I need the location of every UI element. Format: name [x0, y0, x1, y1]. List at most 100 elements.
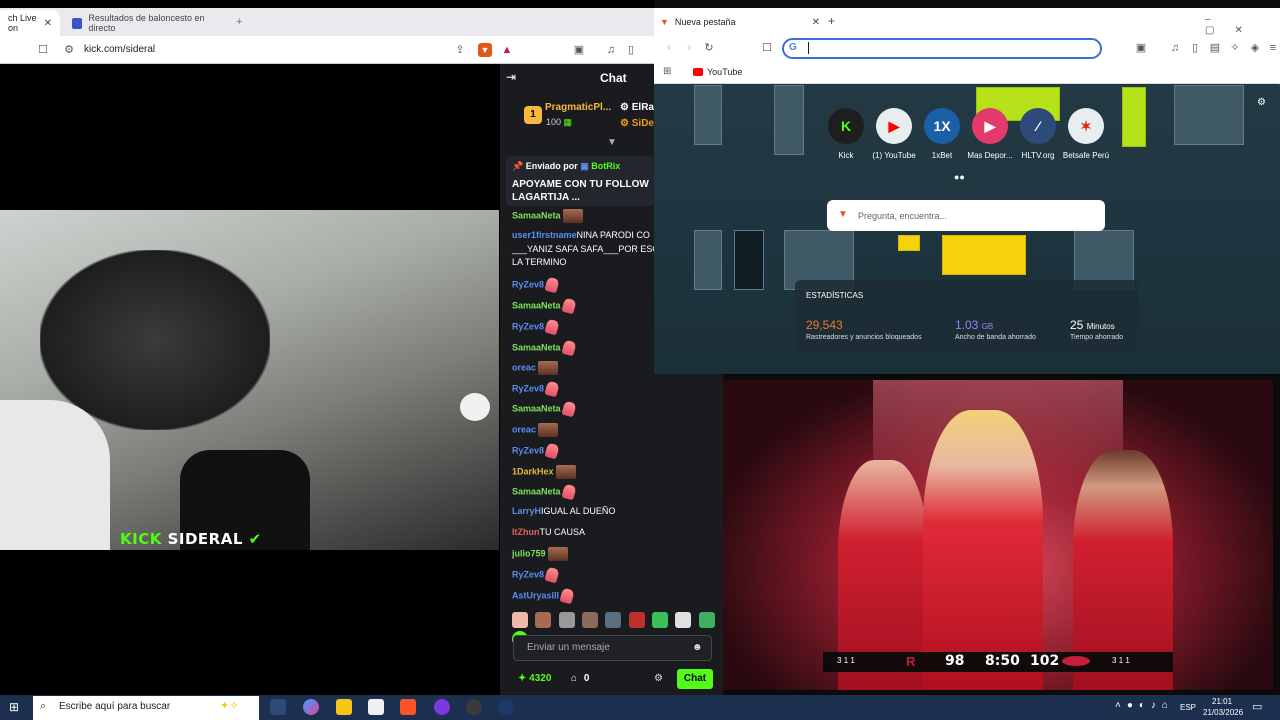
chat-username[interactable]: RyZev8	[512, 383, 544, 393]
close-icon[interactable]: ✕	[812, 17, 820, 28]
discord-icon[interactable]	[434, 699, 450, 715]
clock-time[interactable]: 21:01	[1212, 697, 1232, 706]
top-site-tile[interactable]: ▶	[972, 108, 1008, 144]
notifications-icon[interactable]: ▭	[1252, 700, 1262, 713]
sidebar-icon[interactable]: ▯	[624, 43, 638, 57]
home-score: 98	[945, 653, 965, 669]
window-controls[interactable]: –▢✕	[1205, 14, 1280, 36]
chat-username[interactable]: LarryH	[512, 506, 541, 516]
chat-username[interactable]: oreac	[512, 362, 536, 372]
extensions-icon[interactable]: ▣	[1134, 41, 1148, 55]
menu-icon[interactable]: ≡	[1266, 41, 1280, 55]
emoji-icon[interactable]: ☻	[692, 642, 703, 653]
apps-icon[interactable]: ⊞	[663, 66, 671, 77]
bookmark-icon[interactable]: ☐	[36, 43, 50, 57]
chat-username[interactable]: SamaaNeta	[512, 486, 561, 496]
top-gifter-3[interactable]: ⚙ SiDe	[620, 118, 654, 129]
pinned-by: 📌 Enviado por ▣ BotRix	[512, 161, 621, 171]
emote-icon[interactable]	[652, 612, 669, 628]
file-explorer-icon[interactable]	[336, 699, 352, 715]
new-tab-icon[interactable]: +	[236, 16, 242, 28]
tab-baloncesto[interactable]: Resultados de baloncesto en directo	[64, 10, 234, 36]
brave-shields-icon[interactable]: ▼	[478, 43, 492, 57]
store-icon[interactable]	[368, 699, 384, 715]
chat-username[interactable]: 1DarkHex	[512, 466, 554, 476]
chat-username[interactable]: julio759	[512, 548, 546, 558]
top-site-tile[interactable]: 1X	[924, 108, 960, 144]
chat-username[interactable]: RyZev8	[512, 445, 544, 455]
top-site-tile[interactable]: ⁄	[1020, 108, 1056, 144]
chat-username[interactable]: RyZev8	[512, 569, 544, 579]
address-bar[interactable]: kick.com/sideral	[84, 44, 155, 55]
chat-username[interactable]: oreac	[512, 424, 536, 434]
reload-icon[interactable]: ↻	[702, 41, 716, 55]
top-site-label[interactable]: Betsafe Perú	[1056, 151, 1116, 160]
emote-icon[interactable]	[605, 612, 622, 628]
windows-start-icon[interactable]: ⊞	[9, 700, 19, 714]
emote-icon[interactable]	[558, 612, 575, 628]
chat-username[interactable]: SamaaNeta	[512, 342, 561, 352]
emote-icon[interactable]	[535, 612, 552, 628]
bookmark-icon[interactable]: ☐	[760, 41, 774, 55]
chatgpt-icon[interactable]	[466, 699, 482, 715]
chat-username[interactable]: AstUryasill	[512, 590, 559, 600]
wallet-icon[interactable]: ▤	[1208, 41, 1222, 55]
top-site-tile[interactable]: ▶	[876, 108, 912, 144]
forward-icon[interactable]: ›	[682, 41, 696, 55]
brave-taskbar-icon[interactable]	[400, 699, 416, 715]
copilot-icon[interactable]	[303, 699, 319, 715]
tab-kick[interactable]: ch Live on ✕	[0, 10, 60, 36]
chat-message: RyZev8	[512, 318, 560, 336]
rewards-icon[interactable]: ▲	[500, 43, 514, 57]
top-site-tile[interactable]: ✶	[1068, 108, 1104, 144]
sidebar-icon[interactable]: ▯	[1188, 41, 1202, 55]
chat-filter-icon[interactable]: ▼	[607, 137, 617, 148]
chat-username[interactable]: RyZev8	[512, 321, 544, 331]
share-icon[interactable]: ⇪	[453, 43, 467, 57]
pinned-text: APOYAME CON TU FOLLOW LAGARTIJA ...	[512, 179, 649, 203]
address-bar[interactable]	[782, 38, 1102, 59]
chat-username[interactable]: SamaaNeta	[512, 403, 561, 413]
emote-icon[interactable]	[582, 612, 599, 628]
emote-icon[interactable]	[628, 612, 645, 628]
channel-points[interactable]: ✦ 4320	[518, 673, 551, 684]
site-settings-icon[interactable]: ⚙	[62, 43, 76, 57]
emote-icon[interactable]	[675, 612, 692, 628]
clock-date[interactable]: 21/03/2026	[1203, 708, 1243, 717]
chat-username[interactable]: ItZhun	[512, 527, 540, 537]
new-tab-icon[interactable]: +	[828, 14, 835, 28]
customize-icon[interactable]: ⚙	[1257, 97, 1266, 108]
top-gifter-name[interactable]: PragmaticPl...	[545, 102, 611, 113]
chat-username[interactable]: RyZev8	[512, 279, 544, 289]
chat-username[interactable]: SamaaNeta	[512, 300, 561, 310]
back-icon[interactable]: ‹	[662, 41, 676, 55]
brave-icon: ▼	[660, 17, 669, 27]
top-gifter-2[interactable]: ⚙ ElRa	[620, 102, 654, 113]
task-view-icon[interactable]	[270, 699, 286, 715]
leo-icon[interactable]: ✧	[1228, 41, 1242, 55]
close-icon[interactable]: ✕	[44, 18, 52, 29]
emote-icon[interactable]	[512, 612, 528, 628]
language-indicator[interactable]: ESP	[1180, 703, 1196, 712]
stream-video[interactable]	[0, 210, 499, 550]
chat-settings-icon[interactable]: ⚙	[654, 673, 663, 684]
top-site-tile[interactable]: K	[828, 108, 864, 144]
collapse-chat-icon[interactable]: ⇥	[506, 70, 516, 84]
system-tray[interactable]: ˄●◐♪⌂	[1115, 700, 1174, 711]
chat-username[interactable]: SamaaNeta	[512, 210, 561, 220]
basketball-video[interactable]	[723, 380, 1273, 690]
chat-username[interactable]: user1firstname	[512, 230, 577, 240]
emote-icon[interactable]	[698, 612, 715, 628]
bookmark-youtube[interactable]: YouTube	[707, 67, 742, 77]
media-icon[interactable]: ♫	[604, 43, 618, 57]
media-icon[interactable]: ♫	[1168, 41, 1182, 55]
steam-icon[interactable]	[498, 699, 514, 715]
tile-pagination[interactable]: ●●	[954, 172, 965, 182]
gift-counter[interactable]: ⌂ 0	[571, 673, 589, 684]
stats-title: ESTADÍSTICAS	[806, 291, 864, 300]
chat-send-button[interactable]: Chat	[677, 669, 713, 689]
vpn-icon[interactable]: ◈	[1248, 41, 1262, 55]
tab-new-tab[interactable]: ▼ Nueva pestaña ✕	[660, 10, 820, 34]
extensions-icon[interactable]: ▣	[572, 43, 586, 57]
face-emote-icon	[555, 465, 576, 479]
